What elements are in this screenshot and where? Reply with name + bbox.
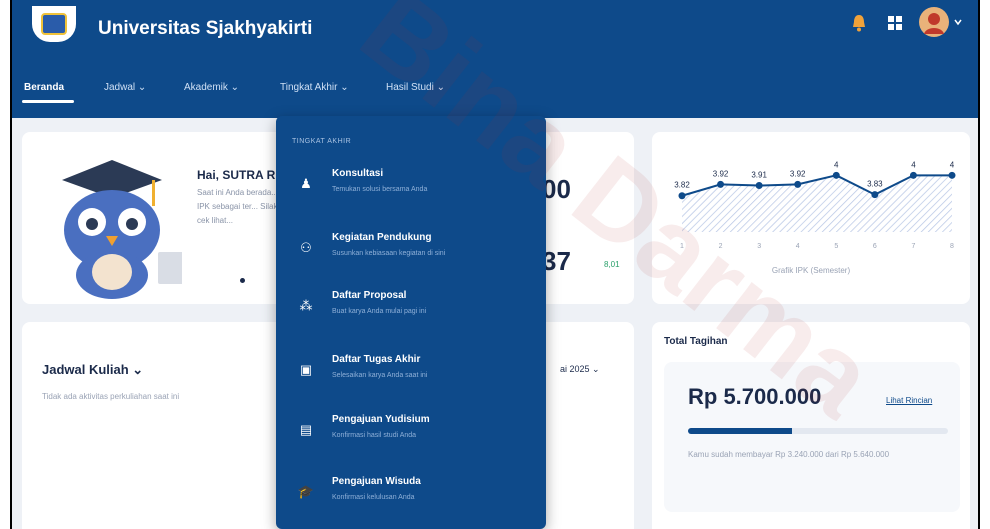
ipk-data-label: 4 (834, 160, 839, 169)
person-icon: ♟ (300, 176, 312, 191)
menu-item-subtitle: Konfirmasi hasil studi Anda (332, 432, 417, 439)
menu-item-pengajuan-wisuda[interactable]: 🎓 Pengajuan Wisuda Konfirmasi kelulusan … (276, 468, 546, 528)
bell-icon[interactable] (848, 12, 870, 34)
menu-item-title: Konsultasi (332, 168, 384, 179)
proposal-icon: ⁂ (299, 298, 313, 313)
ipk-x-tick: 5 (834, 243, 838, 250)
nav-tingkat-akhir[interactable]: Tingkat Akhir ⌄ (280, 82, 349, 93)
nav-jadwal[interactable]: Jadwal ⌄ (104, 82, 146, 93)
ipk-point[interactable] (755, 182, 763, 190)
greeting-text: Saat ini Anda berada... IPK sebagai ter.… (197, 188, 287, 225)
ipk-x-tick: 4 (796, 243, 800, 250)
grid-icon[interactable] (884, 12, 906, 34)
greeting-name: Hai, SUTRA R (197, 168, 276, 182)
jadwal-empty-text: Tidak ada aktivitas perkuliahan saat ini (42, 392, 180, 401)
ipk-data-label: 3.83 (867, 180, 883, 189)
ipk-x-tick: 6 (873, 243, 877, 250)
menu-item-pengajuan-yudisium[interactable]: ▤ Pengajuan Yudisium Konfirmasi hasil st… (276, 406, 546, 466)
stat-value-b: 37 (542, 246, 571, 276)
nav-akademik[interactable]: Akademik ⌄ (184, 82, 239, 93)
people-icon: ⚇ (300, 240, 312, 255)
payment-note: Kamu sudah membayar Rp 3.240.000 dari Rp… (688, 450, 890, 459)
graduation-cap-icon: 🎓 (297, 484, 315, 499)
ipk-point[interactable] (717, 180, 725, 188)
carousel-dot[interactable] (240, 278, 245, 283)
app-frame: Universitas Sjakhyakirti Beranda Jadwal … (10, 0, 980, 529)
main-nav: Beranda Jadwal ⌄ Akademik ⌄ Tingkat Akhi… (12, 74, 978, 104)
tagihan-title: Total Tagihan (664, 336, 728, 347)
tingkat-akhir-dropdown: TINGKAT AKHIR ♟ Konsultasi Temukan solus… (276, 116, 546, 529)
ipk-x-tick: 2 (719, 243, 723, 250)
ipk-data-label: 3.82 (674, 181, 690, 190)
period-select[interactable]: ai 2025 ⌄ (560, 364, 600, 375)
menu-item-daftar-tugas-akhir[interactable]: ▣ Daftar Tugas Akhir Selesaikan karya An… (276, 346, 546, 406)
nav-beranda[interactable]: Beranda (24, 82, 64, 93)
thesis-icon: ▣ (299, 362, 313, 377)
ipk-data-label: 4 (950, 160, 955, 169)
tagihan-inner: Rp 5.700.000 Lihat Rincian Kamu sudah me… (664, 362, 960, 512)
active-tab-indicator (22, 100, 74, 103)
ipk-point[interactable] (909, 171, 917, 179)
chevron-down-icon[interactable] (954, 18, 962, 26)
menu-item-subtitle: Temukan solusi bersama Anda (332, 186, 428, 193)
ipk-point[interactable] (871, 191, 879, 199)
ipk-point[interactable] (678, 192, 686, 200)
dropdown-heading: TINGKAT AKHIR (292, 138, 352, 145)
ipk-x-tick: 3 (757, 243, 761, 250)
avatar[interactable] (918, 6, 950, 38)
document-icon: ▤ (299, 422, 313, 437)
ipk-data-label: 4 (911, 160, 916, 169)
ipk-data-label: 3.91 (751, 171, 767, 180)
ipk-chart: 3.82 1 3.92 2 3.91 3 3.92 4 4 5 3.83 6 4 7 4 8 (674, 160, 956, 250)
nav-hasil-studi[interactable]: Hasil Studi ⌄ (386, 82, 445, 93)
ipk-x-tick: 7 (911, 243, 915, 250)
university-logo[interactable] (32, 6, 76, 42)
menu-item-title: Daftar Proposal (332, 290, 407, 301)
stat-badge: 8,01 (604, 260, 620, 269)
tagihan-card: Total Tagihan Rp 5.700.000 Lihat Rincian… (652, 322, 970, 529)
ipk-x-tick: 8 (950, 243, 954, 250)
menu-item-title: Pengajuan Wisuda (332, 476, 421, 487)
menu-item-daftar-proposal[interactable]: ⁂ Daftar Proposal Buat karya Anda mulai … (276, 282, 546, 342)
jadwal-title[interactable]: Jadwal Kuliah ⌄ (42, 362, 143, 378)
menu-item-kegiatan-pendukung[interactable]: ⚇ Kegiatan Pendukung Susunkan kebiasaan … (276, 224, 546, 284)
menu-item-title: Daftar Tugas Akhir (332, 354, 421, 365)
ipk-point[interactable] (948, 171, 956, 179)
owl-mascot-illustration (62, 160, 182, 299)
tagihan-amount: Rp 5.700.000 (688, 384, 822, 409)
menu-item-title: Kegiatan Pendukung (332, 232, 432, 243)
lihat-rincian-link[interactable]: Lihat Rincian (886, 396, 932, 405)
menu-item-subtitle: Selesaikan karya Anda saat ini (332, 372, 428, 379)
ipk-point[interactable] (832, 171, 840, 179)
menu-item-konsultasi[interactable]: ♟ Konsultasi Temukan solusi bersama Anda (276, 160, 546, 220)
stat-value-a: 00 (542, 174, 571, 204)
menu-item-subtitle: Konfirmasi kelulusan Anda (332, 494, 415, 501)
menu-item-subtitle: Susunkan kebiasaan kegiatan di sini (332, 250, 446, 257)
ipk-x-tick: 1 (680, 243, 684, 250)
payment-progress-bar (688, 428, 948, 434)
menu-item-subtitle: Buat karya Anda mulai pagi ini (332, 308, 427, 315)
ipk-point[interactable] (794, 180, 802, 188)
top-header: Universitas Sjakhyakirti Beranda Jadwal … (12, 0, 978, 118)
ipk-data-label: 3.92 (713, 169, 729, 178)
ipk-chart-caption: Grafik IPK (Semester) (771, 266, 851, 275)
ipk-data-label: 3.92 (790, 169, 806, 178)
menu-item-title: Pengajuan Yudisium (332, 414, 430, 425)
app-title: Universitas Sjakhyakirti (98, 18, 313, 39)
ipk-chart-card: 3.82 1 3.92 2 3.91 3 3.92 4 4 5 3.83 6 4 7 4 8 Grafik I… (652, 132, 970, 304)
